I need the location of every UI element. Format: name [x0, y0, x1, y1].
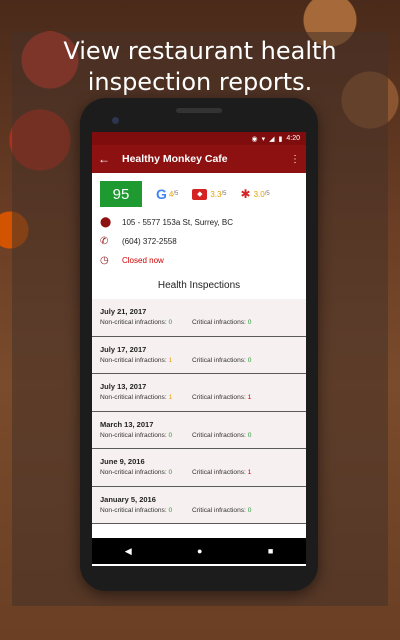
inspection-counts: Non-critical infractions: 0 Critical inf…	[100, 507, 306, 514]
app-screen: ◉ ▾ ◢ ▮ 4:20 ← Healthy Monkey Cafe ⋮ 95 …	[92, 132, 306, 566]
noncritical-count: 1	[168, 356, 173, 364]
yelp-icon: ✱	[240, 187, 251, 201]
inspection-list: July 21, 2017 Non-critical infractions: …	[92, 299, 306, 524]
inspection-date: July 13, 2017	[100, 382, 147, 391]
status-time: 4:20	[286, 135, 300, 142]
inspection-item[interactable]: July 17, 2017 Non-critical infractions: …	[92, 336, 306, 374]
phone-frame: ◉ ▾ ◢ ▮ 4:20 ← Healthy Monkey Cafe ⋮ 95 …	[80, 98, 318, 591]
noncritical-count: 0	[168, 319, 173, 326]
restaurant-info: ⬤ 105 - 5577 153a St, Surrey, BC ✆ (604)…	[92, 207, 306, 270]
inspection-counts: Non-critical infractions: 0 Critical inf…	[100, 432, 306, 439]
critical-count: 0	[247, 356, 252, 364]
more-vert-icon[interactable]: ⋮	[290, 154, 300, 165]
promo-headline: View restaurant health inspection report…	[63, 37, 337, 96]
noncritical-count: 0	[168, 431, 173, 439]
signal-icon: ◢	[269, 135, 275, 143]
zomato-rating-value: 3.3	[210, 189, 222, 199]
address-text: 105 - 5577 153a St, Surrey, BC	[122, 218, 234, 227]
noncritical-count: 0	[168, 469, 173, 476]
inspection-counts: Non-critical infractions: 1 Critical inf…	[100, 394, 306, 401]
status-bar: ◉ ▾ ◢ ▮ 4:20	[92, 132, 306, 145]
inspection-date: July 21, 2017	[100, 307, 147, 316]
nav-back-icon[interactable]: ◀	[125, 546, 132, 557]
critical-count: 0	[247, 506, 252, 514]
zomato-rating[interactable]: ◆ 3.3 /5	[192, 188, 227, 200]
phone-icon: ✆	[100, 236, 109, 247]
critical-count: 1	[247, 469, 252, 476]
inspection-counts: Non-critical infractions: 0 Critical inf…	[100, 469, 306, 476]
critical-label: Critical infractions:	[192, 356, 246, 364]
noncritical-label: Non-critical infractions:	[100, 394, 167, 401]
nav-home-icon[interactable]: ●	[197, 546, 202, 556]
zomato-rating-denom: /5	[221, 191, 227, 197]
noncritical-label: Non-critical infractions:	[100, 506, 167, 514]
noncritical-label: Non-critical infractions:	[100, 319, 167, 326]
location-icon: ◉	[251, 135, 258, 143]
critical-label: Critical infractions:	[192, 506, 246, 514]
noncritical-label: Non-critical infractions:	[100, 356, 167, 364]
inspection-item[interactable]: July 21, 2017 Non-critical infractions: …	[92, 299, 306, 337]
back-arrow-icon[interactable]: ←	[98, 152, 118, 166]
app-title: Healthy Monkey Cafe	[122, 153, 228, 165]
phone-row[interactable]: ✆ (604) 372-2558	[100, 232, 306, 251]
ratings-row: 95 G 4 /5 ◆ 3.3 /5 ✱ 3.0 /5	[92, 173, 306, 207]
health-score-badge[interactable]: 95	[100, 181, 142, 207]
hours-text: Closed now	[122, 256, 164, 265]
noncritical-label: Non-critical infractions:	[100, 431, 167, 439]
inspection-date: March 13, 2017	[100, 419, 154, 429]
google-rating[interactable]: G 4 /5	[156, 186, 178, 202]
inspection-item[interactable]: March 13, 2017 Non-critical infractions:…	[92, 411, 306, 449]
hours-row: ◷ Closed now	[100, 251, 306, 270]
inspections-heading: Health Inspections	[157, 280, 241, 291]
noncritical-count: 1	[168, 394, 173, 401]
critical-count: 0	[247, 319, 252, 326]
clock-icon: ◷	[100, 255, 109, 266]
zomato-icon: ◆	[192, 188, 208, 200]
inspection-counts: Non-critical infractions: 0 Critical inf…	[100, 319, 306, 326]
google-rating-denom: /5	[173, 191, 179, 197]
critical-label: Critical infractions:	[192, 431, 246, 439]
critical-count: 0	[247, 431, 252, 439]
critical-label: Critical infractions:	[192, 394, 246, 401]
inspection-item[interactable]: June 9, 2016 Non-critical infractions: 0…	[92, 449, 306, 487]
yelp-rating-value: 3.0	[253, 189, 265, 199]
inspection-date: July 17, 2017	[100, 344, 147, 354]
yelp-rating-denom: /5	[264, 191, 270, 197]
inspection-date: June 9, 2016	[100, 457, 145, 466]
address-row[interactable]: ⬤ 105 - 5577 153a St, Surrey, BC	[100, 213, 306, 232]
phone-camera	[112, 117, 119, 124]
battery-icon: ▮	[278, 135, 283, 143]
app-bar: ← Healthy Monkey Cafe ⋮	[92, 145, 306, 173]
inspection-item[interactable]: January 5, 2016 Non-critical infractions…	[92, 486, 306, 524]
system-nav-bar: ◀ ● ■	[92, 538, 306, 564]
phone-text: (604) 372-2558	[122, 237, 177, 246]
phone-earpiece	[176, 108, 222, 113]
critical-label: Critical infractions:	[192, 319, 246, 326]
critical-count: 1	[247, 394, 252, 401]
noncritical-label: Non-critical infractions:	[100, 469, 167, 476]
noncritical-count: 0	[168, 506, 173, 514]
inspection-item[interactable]: July 13, 2017 Non-critical infractions: …	[92, 374, 306, 412]
wifi-icon: ▾	[261, 135, 266, 143]
nav-recents-icon[interactable]: ■	[268, 546, 273, 556]
map-pin-icon: ⬤	[100, 217, 112, 228]
critical-label: Critical infractions:	[192, 469, 246, 476]
inspection-counts: Non-critical infractions: 1 Critical inf…	[100, 357, 306, 364]
yelp-rating[interactable]: ✱ 3.0 /5	[241, 187, 270, 201]
google-icon: G	[156, 186, 167, 202]
inspection-date: January 5, 2016	[100, 494, 156, 504]
